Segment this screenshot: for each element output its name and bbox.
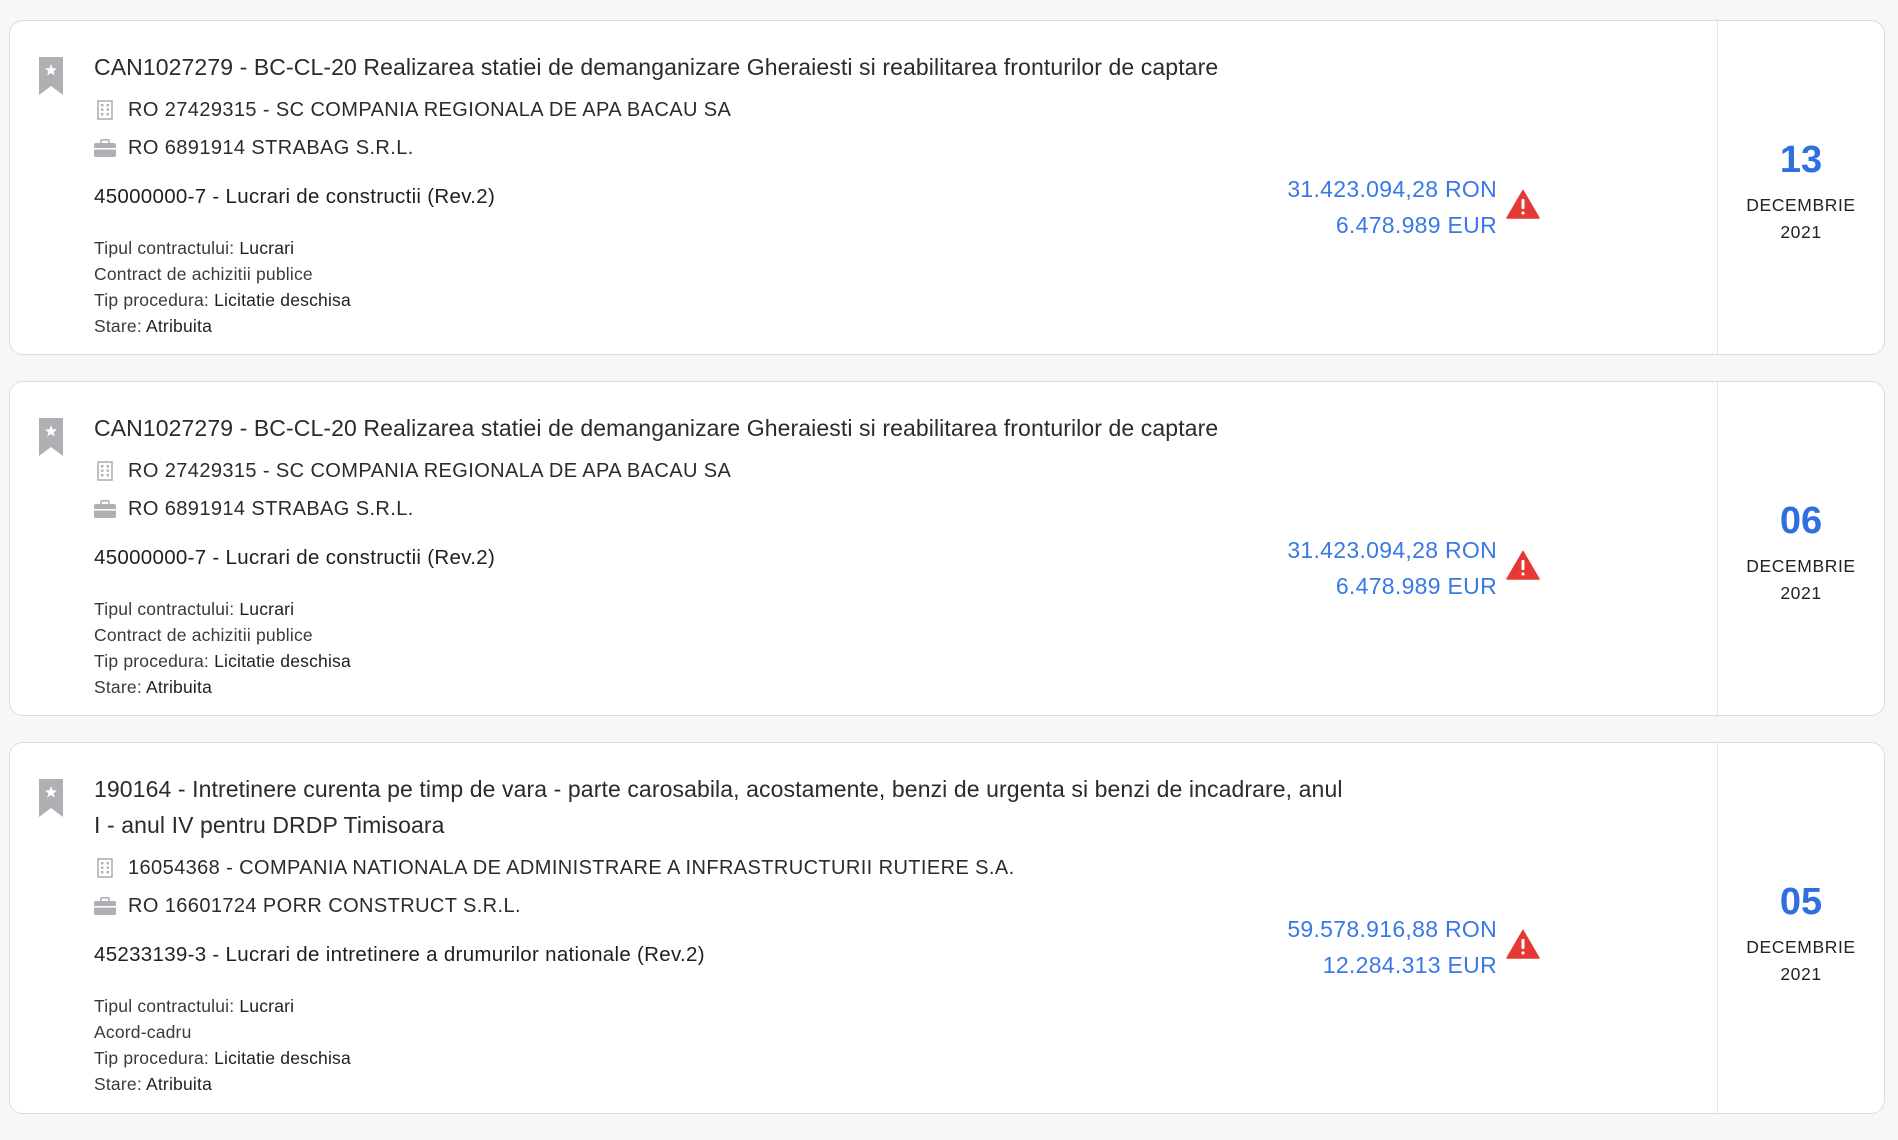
status-line: Stare: Atribuita — [94, 1074, 212, 1094]
warning-triangle-icon[interactable] — [1506, 929, 1540, 959]
briefcase-icon — [94, 895, 116, 917]
warning-triangle-icon[interactable] — [1506, 550, 1540, 580]
authority-name[interactable]: RO 27429315 - SC COMPANIA REGIONALA DE A… — [128, 459, 731, 483]
date-year: 2021 — [1780, 964, 1822, 984]
bookmark-icon[interactable] — [39, 418, 63, 456]
authority-row: 16054368 - COMPANIA NATIONALA DE ADMINIS… — [94, 856, 1697, 880]
authority-row: RO 27429315 - SC COMPANIA REGIONALA DE A… — [94, 459, 1697, 483]
contract-meta: Tipul contractului: Lucrari Acord-cadru … — [94, 993, 1697, 1097]
contract-card[interactable]: CAN1027279 - BC-CL-20 Realizarea statiei… — [9, 20, 1885, 355]
briefcase-icon — [94, 137, 116, 159]
contract-card-body: CAN1027279 - BC-CL-20 Realizarea statiei… — [10, 21, 1717, 354]
contract-card[interactable]: CAN1027279 - BC-CL-20 Realizarea statiei… — [9, 381, 1885, 716]
value-eur: 12.284.313 EUR — [1322, 952, 1497, 978]
supplier-row: RO 6891914 STRABAG S.R.L. — [94, 136, 1697, 160]
contract-values: 59.578.916,88 RON 12.284.313 EUR — [1287, 911, 1497, 983]
contract-values: 31.423.094,28 RON 6.478.989 EUR — [1287, 532, 1497, 604]
building-icon — [94, 460, 116, 482]
date-year: 2021 — [1780, 583, 1822, 603]
date-year: 2021 — [1780, 222, 1822, 242]
contract-date: 06 DECEMBRIE 2021 — [1717, 382, 1884, 715]
contract-date: 05 DECEMBRIE 2021 — [1717, 743, 1884, 1113]
authority-name[interactable]: 16054368 - COMPANIA NATIONALA DE ADMINIS… — [128, 856, 1015, 880]
date-month: DECEMBRIE — [1746, 937, 1856, 957]
contract-list: CAN1027279 - BC-CL-20 Realizarea statiei… — [0, 0, 1898, 1140]
status-line: Stare: Atribuita — [94, 316, 212, 336]
date-month: DECEMBRIE — [1746, 556, 1856, 576]
building-icon — [94, 857, 116, 879]
value-ron: 31.423.094,28 RON — [1287, 176, 1497, 202]
contract-kind-line: Contract de achizitii publice — [94, 625, 313, 645]
supplier-name[interactable]: RO 6891914 STRABAG S.R.L. — [128, 136, 414, 160]
contract-type-line: Tipul contractului: Lucrari — [94, 996, 295, 1016]
bookmark-icon[interactable] — [39, 57, 63, 95]
procedure-line: Tip procedura: Licitatie deschisa — [94, 1048, 351, 1068]
contract-card-body: CAN1027279 - BC-CL-20 Realizarea statiei… — [10, 382, 1717, 715]
building-icon — [94, 99, 116, 121]
contract-values: 31.423.094,28 RON 6.478.989 EUR — [1287, 171, 1497, 243]
contract-card-body: 190164 - Intretinere curenta pe timp de … — [10, 743, 1717, 1113]
date-month: DECEMBRIE — [1746, 195, 1856, 215]
authority-name[interactable]: RO 27429315 - SC COMPANIA REGIONALA DE A… — [128, 98, 731, 122]
procedure-line: Tip procedura: Licitatie deschisa — [94, 651, 351, 671]
procedure-line: Tip procedura: Licitatie deschisa — [94, 290, 351, 310]
value-eur: 6.478.989 EUR — [1335, 573, 1497, 599]
warning-triangle-icon[interactable] — [1506, 189, 1540, 219]
contract-date: 13 DECEMBRIE 2021 — [1717, 21, 1884, 354]
date-day: 06 — [1779, 500, 1823, 542]
contract-title[interactable]: CAN1027279 - BC-CL-20 Realizarea statiei… — [94, 49, 1354, 85]
contract-kind-line: Acord-cadru — [94, 1022, 192, 1042]
date-day: 13 — [1779, 139, 1823, 181]
contract-title[interactable]: 190164 - Intretinere curenta pe timp de … — [94, 771, 1354, 843]
contract-meta: Tipul contractului: Lucrari Contract de … — [94, 596, 1697, 700]
authority-row: RO 27429315 - SC COMPANIA REGIONALA DE A… — [94, 98, 1697, 122]
supplier-row: RO 6891914 STRABAG S.R.L. — [94, 497, 1697, 521]
value-ron: 31.423.094,28 RON — [1287, 537, 1497, 563]
bookmark-icon[interactable] — [39, 779, 63, 817]
value-ron: 59.578.916,88 RON — [1287, 916, 1497, 942]
contract-title[interactable]: CAN1027279 - BC-CL-20 Realizarea statiei… — [94, 410, 1354, 446]
supplier-name[interactable]: RO 16601724 PORR CONSTRUCT S.R.L. — [128, 894, 521, 918]
value-eur: 6.478.989 EUR — [1335, 212, 1497, 238]
date-day: 05 — [1779, 881, 1823, 923]
supplier-name[interactable]: RO 6891914 STRABAG S.R.L. — [128, 497, 414, 521]
contract-kind-line: Contract de achizitii publice — [94, 264, 313, 284]
status-line: Stare: Atribuita — [94, 677, 212, 697]
contract-meta: Tipul contractului: Lucrari Contract de … — [94, 235, 1697, 339]
briefcase-icon — [94, 498, 116, 520]
contract-card[interactable]: 190164 - Intretinere curenta pe timp de … — [9, 742, 1885, 1114]
